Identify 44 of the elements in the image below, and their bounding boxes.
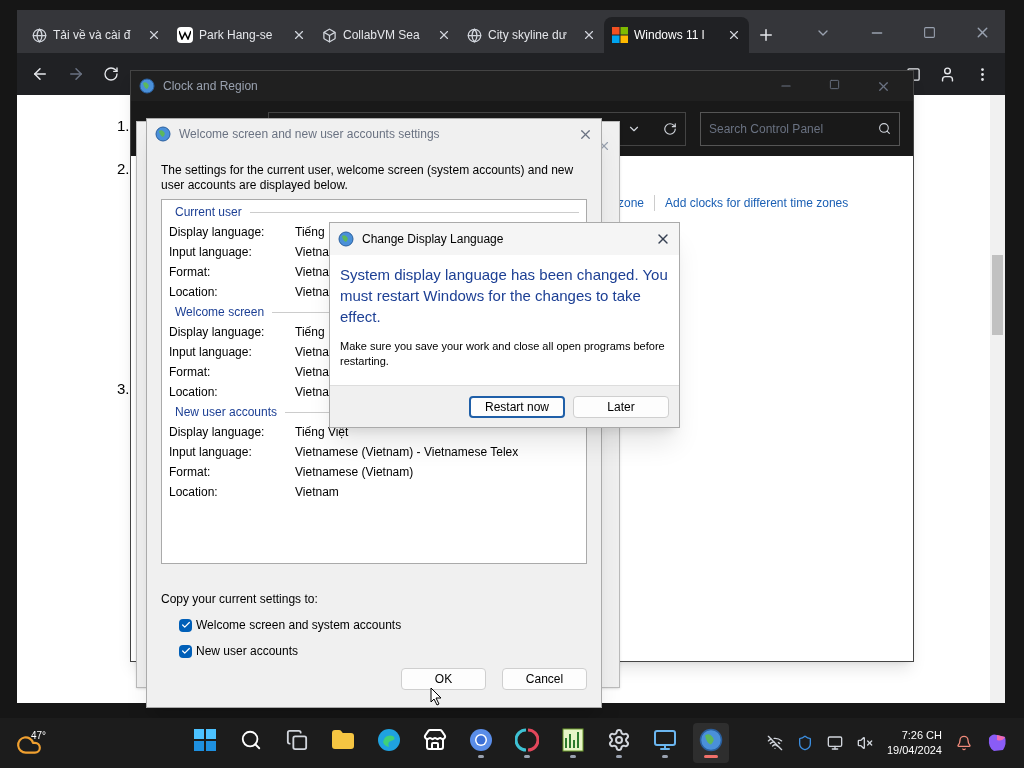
temperature: 47°	[31, 729, 47, 743]
field-label: Format:	[169, 464, 212, 481]
copy-label: Copy your current settings to:	[161, 591, 319, 608]
field-label: Display language:	[169, 224, 266, 241]
field-value: Vietna	[295, 284, 329, 301]
step-number: 2.	[117, 158, 130, 179]
field-label: Location:	[169, 284, 219, 301]
field-label: Location:	[169, 484, 219, 501]
field-label: Location:	[169, 384, 219, 401]
field-label: Display language:	[169, 324, 266, 341]
tab-title: CollabVM Sea	[343, 27, 420, 44]
field-value: Vietna	[295, 384, 329, 401]
message-text: Make sure you save your work and close all open programs before restarting.	[339, 339, 666, 369]
field-value: Vietnamese (Vietnam)	[295, 464, 414, 481]
step-number: 3.	[117, 379, 130, 399]
checkbox-label: Welcome screen and system accounts	[196, 617, 402, 634]
headline-text: System display language has been changed. You must restart Windows for the changes to take effect.	[339, 265, 669, 327]
field-label: Format:	[169, 364, 212, 381]
checkbox-label: New user accounts	[196, 643, 299, 660]
field-value: Vietna	[295, 264, 329, 281]
field-value: Vietnam	[295, 484, 339, 501]
dialog-title: Welcome screen and new user accounts settings	[179, 126, 441, 143]
field-value: Tiếng	[295, 224, 325, 241]
field-value: Tiếng	[295, 324, 325, 341]
tab-title: City skyline dư	[488, 27, 567, 44]
section-heading: Welcome screen	[175, 304, 265, 321]
field-value: Vietnamese (Vietnam) - Vietnamese Telex	[295, 444, 519, 461]
dialog-title: Change Display Language	[362, 231, 505, 248]
field-label: Display language:	[169, 424, 266, 441]
field-label: Input language:	[169, 444, 253, 461]
field-label: Format:	[169, 264, 212, 281]
tab-title: Park Hang-se	[199, 27, 273, 44]
field-value: Vietna	[295, 244, 329, 261]
field-value: Vietna	[295, 364, 329, 381]
tab-title: Windows 11 l	[634, 27, 705, 44]
tab-title: Tải về và cài đ	[53, 27, 131, 44]
field-label: Input language:	[169, 244, 253, 261]
field-label: Input language:	[169, 344, 253, 361]
section-heading: Current user	[175, 204, 242, 221]
step-number: 1.	[117, 116, 130, 136]
section-heading: New user accounts	[175, 404, 278, 421]
field-value: Vietna	[295, 344, 329, 361]
window-title: Clock and Region	[163, 78, 258, 95]
description-text: The settings for the current user, welcome screen (system accounts) and new user accounts are displayed below.	[161, 163, 575, 193]
